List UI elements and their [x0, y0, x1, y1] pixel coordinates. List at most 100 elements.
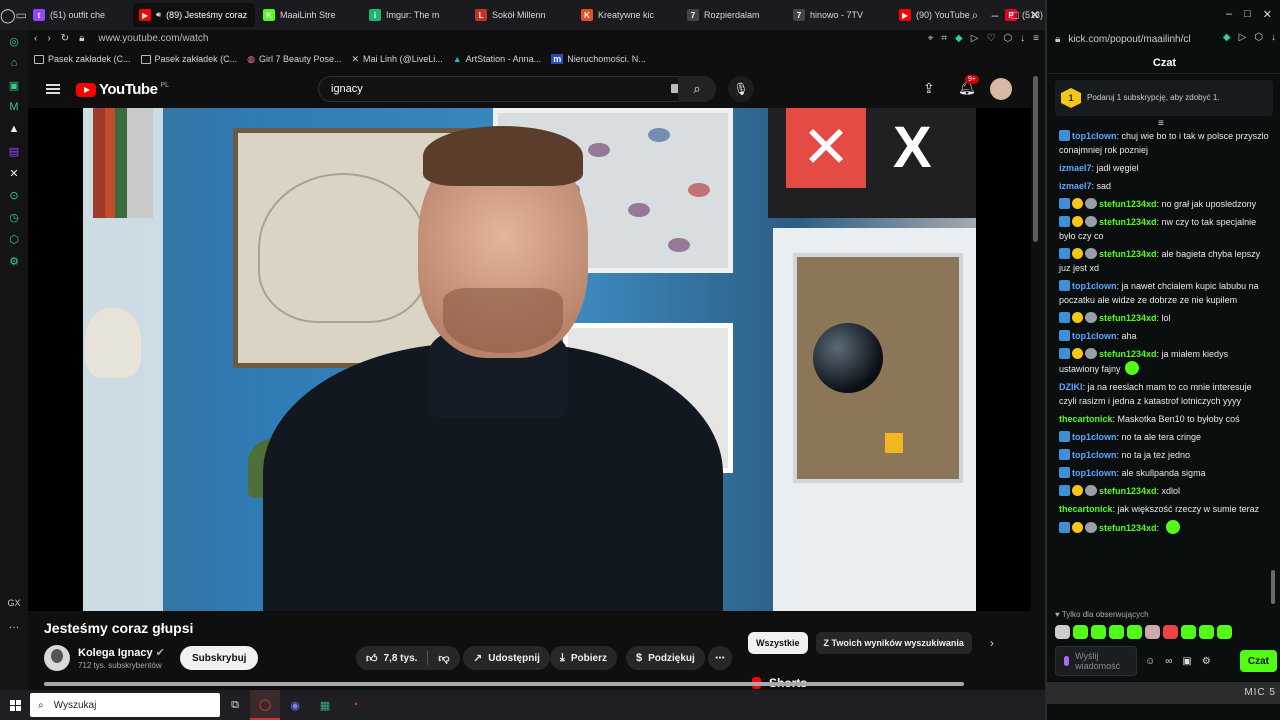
browser-tab[interactable]: 7 Rozpierdalam — [681, 3, 785, 27]
chat-username[interactable]: top1clown — [1072, 331, 1117, 341]
task-view-icon[interactable]: ⧉ — [220, 690, 250, 720]
extension-icon[interactable]: ⬡ — [1003, 33, 1012, 44]
emote-item[interactable] — [1073, 625, 1088, 639]
infinity-icon[interactable]: ∞ — [1165, 656, 1172, 667]
download-button[interactable]: ⤓ Pobierz — [550, 646, 617, 670]
thanks-button[interactable]: $ Podziękuj — [626, 646, 705, 670]
workspace-icon[interactable]: ▭ — [16, 8, 27, 22]
opera-gx-taskbar-icon[interactable]: ◯ — [250, 690, 280, 720]
emote-item[interactable] — [1181, 625, 1196, 639]
gifter-badge-icon[interactable] — [1085, 485, 1097, 496]
emote-item[interactable] — [1163, 625, 1178, 639]
browser-tab[interactable]: L Sokół Millenn — [469, 3, 573, 27]
chat-input[interactable]: Wyślij wiadomość — [1055, 646, 1137, 676]
video-player[interactable]: ✕ X — [28, 108, 1031, 611]
emote-item[interactable] — [1091, 625, 1106, 639]
browser-tab[interactable]: i Imgur: The m — [363, 3, 467, 27]
sub-badge-icon[interactable] — [1072, 216, 1083, 227]
chip-all[interactable]: Wszystkie — [748, 632, 808, 654]
chat-username[interactable]: top1clown — [1072, 468, 1117, 478]
shield-icon[interactable]: ◆ — [955, 33, 963, 44]
x-icon[interactable]: ✕ — [0, 162, 28, 184]
close-button[interactable]: ✕ — [1263, 8, 1272, 21]
verified-badge-icon[interactable] — [1059, 198, 1070, 209]
heart-icon[interactable]: ♡ — [986, 33, 995, 44]
gx-control-icon[interactable]: ◎ — [0, 30, 28, 52]
bookmark-item[interactable]: ◍ Girl 7 Beauty Pose... — [247, 54, 341, 65]
verified-badge-icon[interactable] — [1059, 449, 1070, 460]
like-icon[interactable]: 👍︎ — [366, 652, 378, 665]
search-button[interactable]: ⌕ — [678, 76, 716, 102]
taskbar-search[interactable]: ⌕ Wyszukaj — [30, 693, 220, 717]
scrollbar[interactable] — [1033, 76, 1038, 242]
emote-icon[interactable] — [1165, 520, 1180, 534]
app-taskbar-icon[interactable]: ◔ — [340, 690, 370, 720]
minimize-button[interactable]: – — [1226, 8, 1232, 20]
more-icon[interactable]: … — [0, 614, 28, 636]
browser-tab[interactable]: K Kreatywne kic — [575, 3, 679, 27]
extensions-icon[interactable]: ⬡ — [0, 228, 28, 250]
player-icon[interactable]: ▣ — [0, 74, 28, 96]
subscribe-button[interactable]: Subskrybuj — [180, 646, 259, 670]
chip-search-results[interactable]: Z Twoich wyników wyszukiwania — [815, 632, 972, 654]
gift-icon[interactable]: ▣ — [1182, 656, 1191, 667]
emote-item[interactable] — [1109, 625, 1124, 639]
emote-item[interactable] — [1217, 625, 1232, 639]
share-button[interactable]: ↗ Udostępnij — [463, 646, 550, 670]
bookmark-item[interactable]: Pasek zakładek (C... — [34, 54, 131, 64]
chat-username[interactable]: stefun1234xd — [1099, 486, 1157, 496]
shield-icon[interactable]: ◆ — [1223, 32, 1231, 43]
forward-icon[interactable]: › — [47, 33, 50, 44]
verified-badge-icon[interactable] — [1059, 312, 1070, 323]
messenger-icon[interactable]: ⌂ — [0, 52, 28, 74]
emote-item[interactable] — [1055, 625, 1070, 639]
scrollbar[interactable] — [1271, 570, 1275, 604]
app-taskbar-icon[interactable]: ◉ — [280, 690, 310, 720]
history-icon[interactable]: ◷ — [0, 206, 28, 228]
channel-avatar[interactable] — [44, 645, 70, 671]
verified-badge-icon[interactable] — [1059, 467, 1070, 478]
verified-badge-icon[interactable] — [1059, 431, 1070, 442]
upload-icon[interactable]: ⇪ — [923, 80, 935, 97]
avatar[interactable] — [990, 78, 1012, 100]
chat-username[interactable]: stefun1234xd — [1099, 523, 1157, 533]
send-icon[interactable]: ▷ — [971, 33, 979, 44]
verified-badge-icon[interactable] — [1059, 485, 1070, 496]
gmail-icon[interactable]: M — [0, 96, 28, 118]
search-input[interactable]: ignacy ✕ — [318, 76, 706, 102]
youtube-logo[interactable]: YouTube PL — [76, 81, 169, 98]
chat-username[interactable]: thecartonick — [1059, 414, 1113, 424]
gifter-badge-icon[interactable] — [1085, 522, 1097, 533]
pin-icon[interactable]: ⌖ — [928, 33, 934, 44]
bookmark-item[interactable]: ▲ ArtStation - Anna... — [453, 54, 541, 64]
gx-menu-icon[interactable]: ≡ — [1033, 33, 1039, 44]
chat-send-button[interactable]: Czat — [1239, 650, 1277, 672]
bookmark-item[interactable]: m Nieruchomości. N... — [551, 54, 646, 64]
chat-username[interactable]: izmael7 — [1059, 163, 1092, 173]
reload-icon[interactable]: ↻ — [61, 33, 69, 44]
more-actions-button[interactable]: ⋯ — [708, 646, 732, 670]
channel-info[interactable]: Kolega Ignacy ✔ 712 tys. subskrybentów — [44, 644, 165, 672]
like-count[interactable]: 7,8 tys. — [384, 653, 418, 664]
emote-item[interactable] — [1145, 625, 1160, 639]
chevron-right-icon[interactable]: › — [990, 636, 994, 650]
verified-badge-icon[interactable] — [1059, 216, 1070, 227]
chat-username[interactable]: stefun1234xd — [1099, 313, 1157, 323]
close-button[interactable]: ✕ — [1025, 8, 1045, 22]
opera-logo-icon[interactable]: ◯ — [0, 0, 16, 30]
start-button[interactable] — [0, 690, 30, 720]
gx-corner-icon[interactable]: GX — [0, 592, 28, 614]
chat-username[interactable]: stefun1234xd — [1099, 217, 1157, 227]
verified-badge-icon[interactable] — [1059, 280, 1070, 291]
sub-badge-icon[interactable] — [1072, 248, 1083, 259]
extension-icon[interactable]: ⬡ — [1254, 32, 1263, 43]
gifter-badge-icon[interactable] — [1085, 312, 1097, 323]
verified-badge-icon[interactable] — [1059, 348, 1070, 359]
send-icon[interactable]: ▷ — [1239, 32, 1247, 43]
verified-badge-icon[interactable] — [1059, 522, 1070, 533]
verified-badge-icon[interactable] — [1059, 248, 1070, 259]
verified-badge-icon[interactable] — [1059, 130, 1070, 141]
chat-username[interactable]: top1clown — [1072, 131, 1117, 141]
sidebar-app-icon[interactable]: ▲ — [0, 118, 28, 140]
popout-url[interactable]: kick.com/popout/maailinh/cl — [1068, 34, 1190, 45]
